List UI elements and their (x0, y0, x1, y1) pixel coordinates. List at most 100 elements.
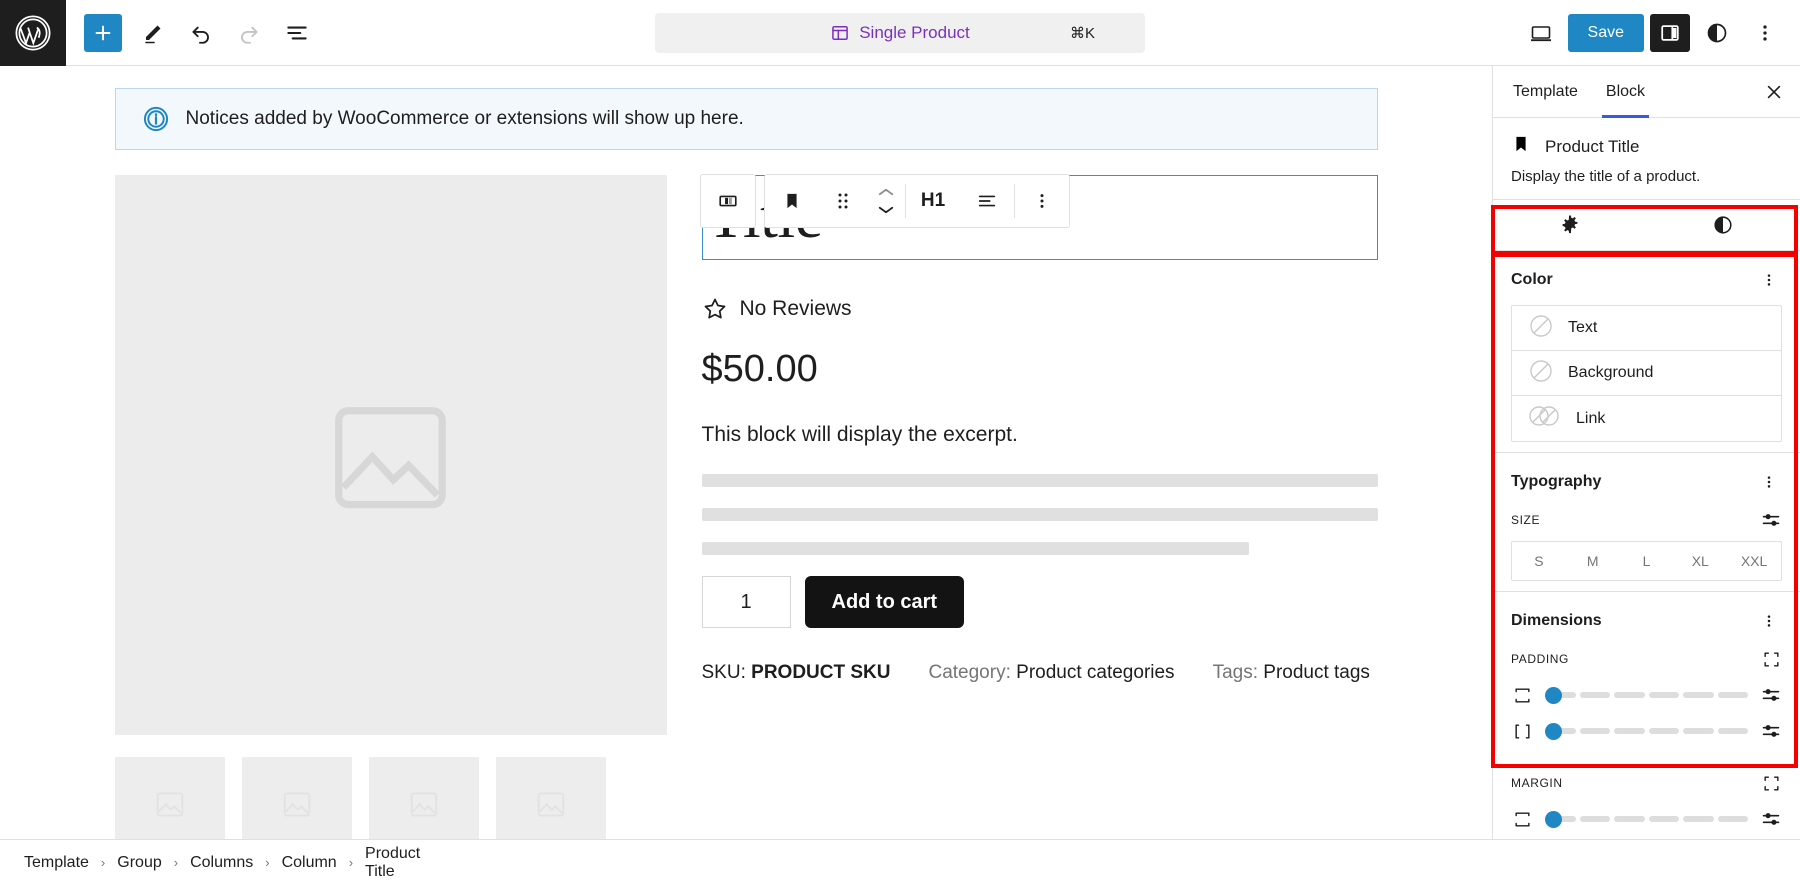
size-settings-icon[interactable] (1760, 509, 1782, 531)
product-thumbnail[interactable] (369, 757, 479, 839)
product-main-image-placeholder[interactable] (115, 175, 667, 735)
breadcrumb-separator: › (349, 855, 353, 870)
dimensions-section: Dimensions PADDING (1493, 592, 1800, 839)
breadcrumb-item-template[interactable]: Template (24, 854, 89, 872)
image-placeholder-icon (410, 792, 438, 817)
color-row-text[interactable]: Text (1512, 306, 1781, 351)
breadcrumb-item-columns[interactable]: Columns (190, 854, 253, 872)
undo-button[interactable] (180, 12, 222, 54)
sku-label: SKU: (702, 662, 746, 683)
wordpress-site-editor: Single Product ⌘K Save (0, 0, 1800, 885)
heading-level-button[interactable]: H1 (906, 175, 960, 227)
typography-more-options-icon[interactable] (1756, 469, 1782, 495)
breadcrumb: Template › Group › Columns › Column › Pr… (0, 839, 420, 885)
edit-tool-button[interactable] (132, 12, 174, 54)
product-gallery (115, 175, 667, 839)
color-more-options-icon[interactable] (1756, 267, 1782, 293)
command-bar[interactable]: Single Product ⌘K (655, 13, 1145, 53)
box-left-right-icon (1511, 720, 1533, 742)
slider-track[interactable] (1545, 728, 1748, 734)
slider-knob[interactable] (1545, 687, 1562, 704)
product-title-bookmark-icon[interactable] (765, 175, 819, 227)
product-thumbnails (115, 757, 667, 839)
single-product-layout: Title No Reviews $50.00 This block wi (115, 150, 1378, 839)
info-circle-icon (142, 105, 170, 133)
padding-vertical-slider[interactable] (1511, 684, 1782, 706)
color-section: Color Text (1493, 251, 1800, 453)
font-size-selector: S M L XL XXL (1511, 541, 1782, 581)
chevron-down-icon (877, 205, 895, 215)
parent-block-selector-group (700, 174, 756, 228)
block-more-options-icon[interactable] (1015, 175, 1069, 227)
breadcrumb-item-product-title[interactable]: Product Title (365, 845, 420, 881)
editor-body: Notices added by WooCommerce or extensio… (0, 66, 1800, 839)
color-label-text: Text (1568, 319, 1597, 337)
breadcrumb-separator: › (174, 855, 178, 870)
dimensions-more-options-icon[interactable] (1756, 608, 1782, 634)
save-button[interactable]: Save (1568, 14, 1644, 52)
reviews-label: No Reviews (740, 297, 852, 321)
wordpress-logo-icon[interactable] (0, 0, 66, 66)
typography-section-title: Typography (1511, 473, 1601, 491)
empty-swatch-icon (1528, 313, 1554, 344)
woocommerce-notice: Notices added by WooCommerce or extensio… (115, 88, 1378, 150)
footer-spacer (420, 839, 1800, 885)
list-view-button[interactable] (276, 12, 318, 54)
product-reviews[interactable]: No Reviews (702, 296, 1378, 322)
block-movers[interactable] (867, 175, 905, 227)
settings-tab-gear-icon[interactable] (1493, 200, 1647, 250)
drag-handle-icon[interactable] (819, 175, 867, 227)
template-layout-icon (830, 23, 850, 43)
breadcrumb-item-column[interactable]: Column (282, 854, 337, 872)
product-thumbnail[interactable] (496, 757, 606, 839)
desktop-view-icon[interactable] (1520, 12, 1562, 54)
image-placeholder-icon (283, 792, 311, 817)
styles-contrast-icon[interactable] (1696, 12, 1738, 54)
tab-block[interactable]: Block (1592, 66, 1659, 118)
more-options-icon[interactable] (1744, 12, 1786, 54)
editor-footer: Template › Group › Columns › Column › Pr… (0, 839, 1800, 885)
category-meta: Category: Product categories (928, 662, 1174, 684)
add-to-cart-button[interactable]: Add to cart (805, 576, 965, 628)
font-size-xxl[interactable]: XXL (1727, 542, 1781, 580)
command-bar-shortcut: ⌘K (1070, 24, 1095, 42)
typography-section: Typography SIZE (1493, 453, 1800, 592)
close-icon[interactable] (1754, 72, 1794, 112)
font-size-s[interactable]: S (1512, 542, 1566, 580)
slider-knob[interactable] (1545, 723, 1562, 740)
breadcrumb-item-group[interactable]: Group (117, 854, 161, 872)
product-excerpt: This block will display the excerpt. (702, 423, 1378, 447)
slider-track[interactable] (1545, 816, 1748, 822)
margin-label: MARGIN (1511, 776, 1563, 790)
redo-button[interactable] (228, 12, 270, 54)
slider-knob[interactable] (1545, 811, 1562, 828)
box-sides-icon[interactable] (1760, 648, 1782, 670)
tags-meta: Tags: Product tags (1213, 662, 1370, 684)
color-options-list: Text Background (1511, 305, 1782, 442)
box-sides-icon[interactable] (1760, 772, 1782, 794)
slider-track[interactable] (1545, 692, 1748, 698)
tags-value: Product tags (1263, 662, 1370, 683)
color-row-link[interactable]: Link (1512, 396, 1781, 441)
tab-template[interactable]: Template (1499, 66, 1592, 118)
font-size-l[interactable]: L (1620, 542, 1674, 580)
slider-settings-icon[interactable] (1760, 808, 1782, 830)
text-align-icon[interactable] (960, 175, 1014, 227)
category-value: Product categories (1016, 662, 1174, 683)
color-row-background[interactable]: Background (1512, 351, 1781, 396)
header-right-tools: Save (1520, 12, 1800, 54)
font-size-m[interactable]: M (1566, 542, 1620, 580)
product-thumbnail[interactable] (115, 757, 225, 839)
font-size-xl[interactable]: XL (1673, 542, 1727, 580)
styles-tab-contrast-icon[interactable] (1647, 200, 1800, 250)
product-thumbnail[interactable] (242, 757, 352, 839)
slider-settings-icon[interactable] (1760, 720, 1782, 742)
columns-layout-icon[interactable] (701, 175, 755, 227)
sidebar-toggle-button[interactable] (1650, 14, 1690, 52)
product-details: Title No Reviews $50.00 This block wi (702, 175, 1378, 839)
add-block-button[interactable] (84, 14, 122, 52)
margin-vertical-slider[interactable] (1511, 808, 1782, 830)
slider-settings-icon[interactable] (1760, 684, 1782, 706)
quantity-input[interactable] (702, 576, 791, 628)
padding-horizontal-slider[interactable] (1511, 720, 1782, 742)
